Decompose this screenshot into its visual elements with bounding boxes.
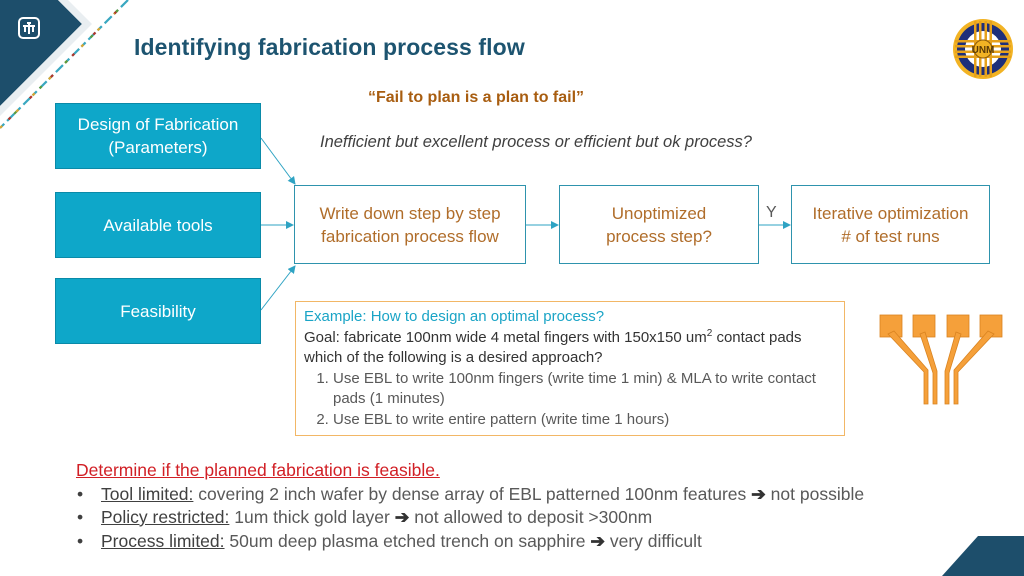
item-result: very difficult xyxy=(604,530,702,551)
item-result: not possible xyxy=(765,483,865,504)
goal-text: Goal: fabricate 100nm wide 4 metal finge… xyxy=(304,328,707,346)
page-title: Identifying fabrication process flow xyxy=(134,34,525,60)
item-label: Process limited: xyxy=(101,530,225,551)
example-title: Example: How to design an optimal proces… xyxy=(304,308,605,325)
feasibility-heading: Determine if the planned fabrication is … xyxy=(76,460,440,480)
flow-box-sublabel: process step? xyxy=(606,226,712,246)
item-text: 50um deep plasma etched trench on sapphi… xyxy=(224,530,591,551)
feasibility-item: Policy restricted: 1um thick gold layer … xyxy=(77,506,864,530)
input-box-feasibility: Feasibility xyxy=(55,278,261,344)
input-box-label: Design of Fabrication xyxy=(77,115,239,134)
input-box-design: Design of Fabrication (Parameters) xyxy=(55,103,261,169)
flow-box-sublabel: # of test runs xyxy=(841,226,940,246)
example-options: Use EBL to write 100nm fingers (write ti… xyxy=(304,369,836,431)
flow-box-sublabel: fabrication process flow xyxy=(321,226,499,246)
right-arrow-icon: ➔ xyxy=(394,507,410,527)
item-text: 1um thick gold layer xyxy=(229,507,395,527)
input-box-sublabel: (Parameters) xyxy=(108,138,208,157)
example-box: Example: How to design an optimal proces… xyxy=(295,301,845,436)
flow-box-unoptimized: Unoptimized process step? xyxy=(559,185,759,264)
feasibility-item: Process limited: 50um deep plasma etched… xyxy=(77,530,864,554)
example-goal: Goal: fabricate 100nm wide 4 metal finge… xyxy=(304,328,836,369)
item-label: Policy restricted: xyxy=(101,507,230,527)
example-option: Use EBL to write 100nm fingers (write ti… xyxy=(333,369,836,410)
feasibility-section: Determine if the planned fabrication is … xyxy=(76,459,864,553)
flow-box-iterative: Iterative optimization # of test runs xyxy=(791,185,990,264)
quote-text: “Fail to plan is a plan to fail” xyxy=(368,89,585,106)
input-box-label: Available tools xyxy=(103,215,213,235)
right-arrow-icon: ➔ xyxy=(751,483,766,504)
question-text: Inefficient but excellent process or eff… xyxy=(320,133,752,151)
right-arrow-icon: ➔ xyxy=(590,530,605,551)
arrow-design-to-write xyxy=(260,137,296,185)
arrow-feasibility-to-write xyxy=(260,265,296,311)
decision-yes-label: Y xyxy=(766,204,777,221)
metal-fingers-diagram-icon xyxy=(879,314,1003,405)
feasibility-item: Tool limited: covering 2 inch wafer by d… xyxy=(77,483,865,507)
flow-box-label: Iterative optimization xyxy=(812,203,969,223)
corner-decoration xyxy=(942,536,1024,576)
item-label: Tool limited: xyxy=(101,483,194,504)
input-box-tools: Available tools xyxy=(55,192,261,258)
svg-text:UNM: UNM xyxy=(972,45,995,56)
flow-box-label: Write down step by step xyxy=(319,203,501,223)
input-box-label: Feasibility xyxy=(120,301,196,321)
item-text: covering 2 inch wafer by dense array of … xyxy=(193,483,752,504)
university-seal-icon: UNM xyxy=(953,19,1013,79)
flow-box-write-steps: Write down step by step fabrication proce… xyxy=(294,185,526,264)
example-option: Use EBL to write entire pattern (write t… xyxy=(333,410,836,431)
thunderbird-logo-icon xyxy=(18,17,40,39)
feasibility-list: Tool limited: covering 2 inch wafer by d… xyxy=(76,483,864,554)
item-result: not allowed to deposit >300nm xyxy=(409,507,653,527)
flow-box-label: Unoptimized xyxy=(611,203,707,223)
